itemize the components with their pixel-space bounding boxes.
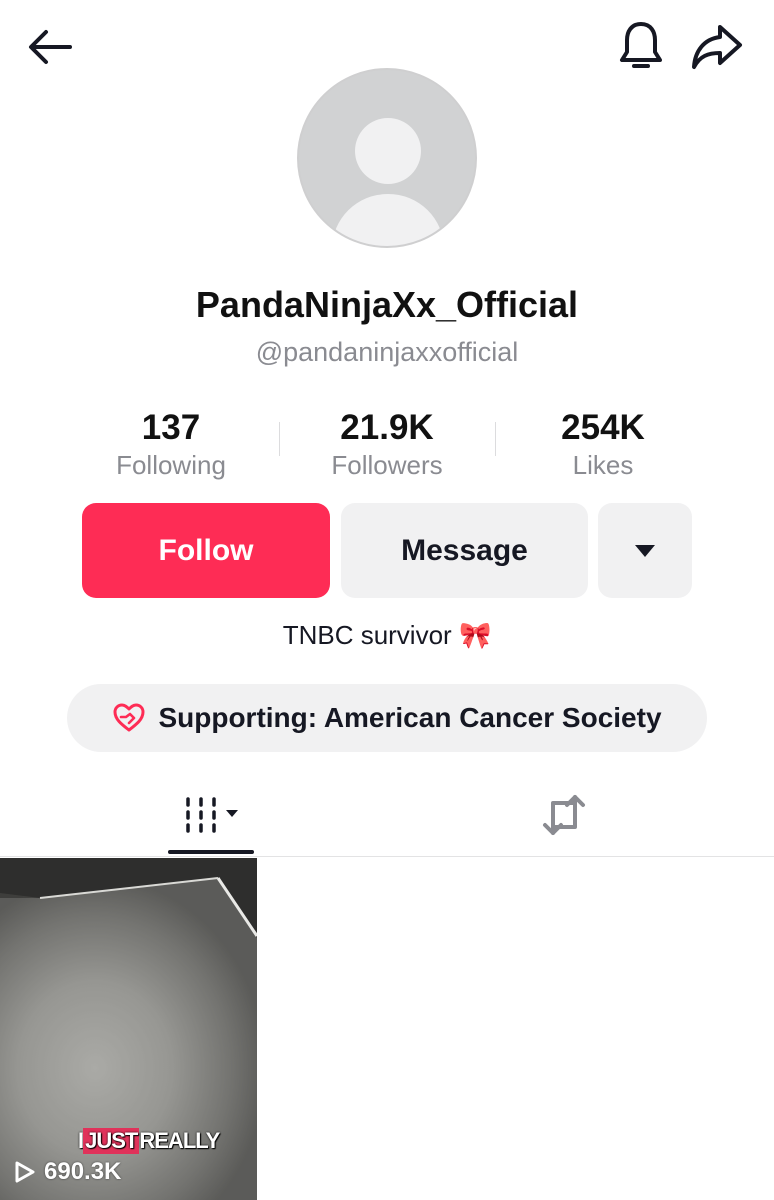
view-count-value: 690.3K: [44, 1158, 122, 1185]
bio: TNBC survivor 🎀: [0, 620, 774, 651]
active-tab-indicator: [168, 850, 254, 854]
notification-bell-button[interactable]: [612, 18, 670, 76]
view-count: 690.3K: [14, 1158, 121, 1186]
tab-reposts[interactable]: [526, 780, 602, 850]
bow-emoji: 🎀: [458, 620, 492, 650]
stat-label: Likes: [572, 450, 634, 480]
video-thumbnail[interactable]: I JUST REALLY 690.3K: [0, 858, 257, 1200]
dropdown-triangle-icon: [635, 544, 655, 557]
back-arrow-icon: [29, 30, 72, 64]
avatar[interactable]: [297, 68, 477, 248]
share-button[interactable]: [686, 18, 748, 76]
stat-value: 254K: [561, 408, 645, 447]
caption-text-end: REALLY: [139, 1128, 220, 1153]
bio-text: TNBC survivor: [282, 620, 452, 650]
repost-icon: [543, 795, 585, 835]
play-icon: [15, 1161, 35, 1183]
stat-label: Followers: [331, 450, 443, 480]
back-button[interactable]: [22, 22, 78, 72]
tabs-divider: [0, 856, 774, 857]
stat-value: 21.9K: [340, 408, 434, 447]
caption-text-highlight: JUST: [83, 1128, 140, 1154]
stat-divider: [279, 422, 280, 456]
stat-label: Following: [116, 450, 226, 480]
tab-videos[interactable]: [168, 780, 254, 850]
avatar-body-placeholder: [332, 194, 444, 246]
supporting-charity-pill[interactable]: Supporting: American Cancer Society: [67, 684, 707, 752]
stat-followers[interactable]: 21.9K Followers: [287, 408, 487, 482]
supporting-text: Supporting: American Cancer Society: [158, 702, 662, 733]
bell-icon: [620, 22, 662, 68]
stat-value: 137: [141, 408, 201, 447]
stat-divider: [495, 422, 496, 456]
stat-following[interactable]: 137 Following: [71, 408, 271, 482]
avatar-head-placeholder: [355, 118, 421, 184]
share-icon: [692, 25, 742, 69]
follow-button[interactable]: Follow: [82, 503, 330, 598]
video-caption: I JUST REALLY: [74, 1126, 223, 1156]
stat-likes[interactable]: 254K Likes: [503, 408, 703, 482]
username: @pandaninjaxxofficial: [255, 337, 519, 367]
grid-icon: [186, 797, 238, 833]
message-button[interactable]: Message: [341, 503, 588, 598]
more-options-button[interactable]: [598, 503, 692, 598]
display-name: PandaNinjaXx_Official: [195, 284, 579, 325]
heart-hands-icon: [113, 703, 145, 732]
